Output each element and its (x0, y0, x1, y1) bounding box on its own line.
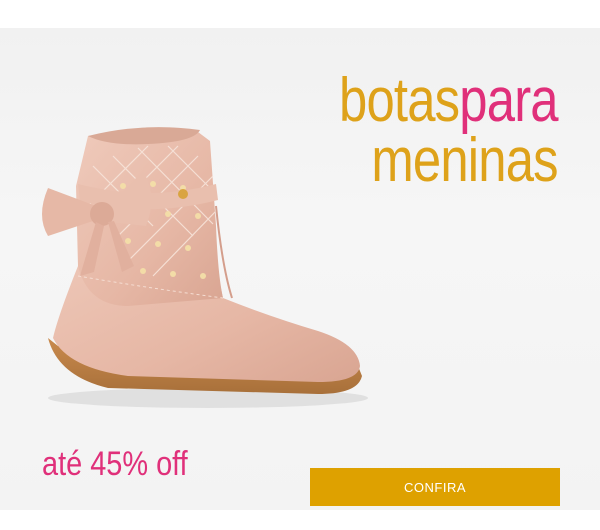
headline-line-2: meninas (371, 126, 559, 195)
promo-banner[interactable]: botaspara meninas até 45% off CONFIRA (0, 28, 600, 510)
headline-word-botas: botas (339, 66, 460, 135)
confira-button[interactable]: CONFIRA (310, 468, 560, 506)
headline: botaspara meninas (291, 70, 559, 195)
headline-line-1: botaspara (339, 70, 559, 132)
discount-text: até 45% off (42, 445, 188, 483)
headline-word-para: para (459, 66, 559, 135)
